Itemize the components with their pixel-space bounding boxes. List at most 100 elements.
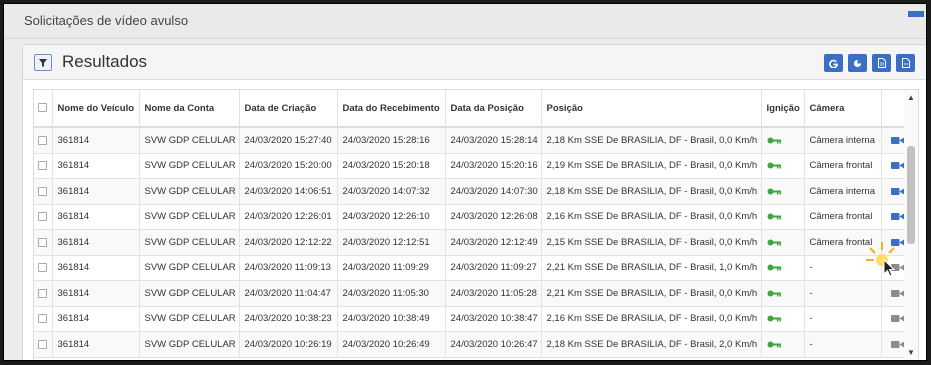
refresh-button[interactable]	[824, 54, 843, 72]
table-scrollbar[interactable]: ▲ ▼	[904, 89, 919, 360]
cell-created: 24/03/2020 10:26:19	[239, 331, 338, 358]
cell-position-date: 24/03/2020 15:28:14	[445, 127, 542, 154]
key-icon	[767, 137, 781, 144]
cell-position-date: 24/03/2020 12:26:08	[445, 204, 542, 230]
video-button[interactable]	[881, 178, 904, 205]
header-position-date[interactable]: Data da Posição	[445, 90, 542, 128]
table-row[interactable]: 361814 SVW GDP CELULAR 24/03/2020 12:26:01…	[34, 204, 904, 230]
cell-created: 24/03/2020 11:09:13	[239, 255, 338, 281]
cell-account: SVW GDP CELULAR	[139, 229, 240, 256]
cell-position-date: 24/03/2020 15:20:16	[445, 153, 542, 179]
cell-position: 2,16 Km SSE De BRASILIA, DF - Brasil, 0,…	[541, 204, 762, 230]
scroll-down-icon[interactable]: ▼	[907, 348, 915, 357]
cell-created: 24/03/2020 10:38:23	[239, 306, 338, 332]
chart-button[interactable]	[848, 54, 867, 72]
cell-camera: Câmera interna	[804, 127, 882, 154]
video-camera-icon	[891, 136, 904, 144]
cell-account: SVW GDP CELULAR	[139, 280, 240, 307]
cell-vehicle: 361814	[52, 280, 140, 307]
cell-camera: Câmera frontal	[804, 204, 882, 230]
help-badge[interactable]	[908, 11, 924, 17]
cell-vehicle: 361814	[52, 204, 140, 230]
row-checkbox[interactable]	[34, 306, 53, 332]
video-button[interactable]	[881, 331, 904, 358]
key-icon	[767, 213, 781, 220]
row-checkbox[interactable]	[34, 255, 53, 281]
select-all-checkbox[interactable]	[34, 90, 53, 128]
cell-position: 2,18 Km SSE De BRASILIA, DF - Brasil, 2,…	[541, 331, 762, 358]
cell-received: 24/03/2020 12:12:51	[337, 229, 446, 256]
cell-position: 2,21 Km SSE De BRASILIA, DF - Brasil, 1,…	[541, 255, 762, 281]
app-window: Solicitações de vídeo avulso Resultados	[3, 3, 927, 361]
scroll-thumb[interactable]	[907, 146, 915, 244]
header-received[interactable]: Data do Recebimento	[337, 90, 446, 128]
cell-ignition	[761, 127, 805, 154]
cell-vehicle: 361814	[52, 331, 140, 358]
table-row[interactable]: 361814 SVW GDP CELULAR 24/03/2020 10:38:23…	[34, 306, 904, 332]
export-button[interactable]	[872, 54, 891, 72]
video-button[interactable]	[881, 153, 904, 179]
row-checkbox[interactable]	[34, 229, 53, 256]
video-button[interactable]	[881, 306, 904, 332]
row-checkbox[interactable]	[34, 153, 53, 179]
table-row[interactable]: 361814 SVW GDP CELULAR 24/03/2020 15:27:40…	[34, 127, 904, 154]
table-row[interactable]: 361814 SVW GDP CELULAR 24/03/2020 14:06:51…	[34, 178, 904, 205]
cell-account: SVW GDP CELULAR	[139, 153, 240, 179]
row-checkbox[interactable]	[34, 331, 53, 358]
cell-created: 24/03/2020 14:06:51	[239, 178, 338, 205]
filter-toggle-button[interactable]	[34, 54, 52, 71]
row-checkbox[interactable]	[34, 127, 53, 154]
cell-position-date: 24/03/2020 11:05:28	[445, 280, 542, 307]
cell-received: 24/03/2020 15:28:16	[337, 127, 446, 154]
table-row[interactable]: 361814 SVW GDP CELULAR 24/03/2020 11:09:13…	[34, 255, 904, 281]
row-checkbox[interactable]	[34, 204, 53, 230]
row-checkbox[interactable]	[34, 280, 53, 307]
cell-account: SVW GDP CELULAR	[139, 306, 240, 332]
video-button[interactable]	[881, 280, 904, 307]
pie-chart-icon	[853, 59, 862, 67]
key-icon	[767, 188, 781, 195]
cell-received: 24/03/2020 10:26:49	[337, 331, 446, 358]
video-camera-icon	[891, 187, 904, 195]
cell-ignition	[761, 306, 805, 332]
table-row[interactable]: 361814 SVW GDP CELULAR 24/03/2020 12:12:22…	[34, 229, 904, 256]
g-letter-icon	[829, 59, 838, 68]
cell-vehicle: 361814	[52, 229, 140, 256]
cell-created: 24/03/2020 12:26:01	[239, 204, 338, 230]
pdf-button[interactable]	[896, 54, 915, 72]
header-camera[interactable]: Câmera	[804, 90, 882, 128]
file-icon	[901, 58, 910, 68]
cell-received: 24/03/2020 10:38:49	[337, 306, 446, 332]
table-body: 361814 SVW GDP CELULAR 24/03/2020 15:27:40…	[34, 127, 904, 358]
header-position[interactable]: Posição	[541, 90, 762, 128]
cell-position-date: 24/03/2020 10:38:47	[445, 306, 542, 332]
video-button[interactable]	[881, 127, 904, 154]
cell-vehicle: 361814	[52, 178, 140, 205]
video-camera-icon	[891, 213, 904, 221]
scroll-up-icon[interactable]: ▲	[907, 93, 915, 102]
cell-camera: Câmera interna	[804, 178, 882, 205]
table-row[interactable]: 361814 SVW GDP CELULAR 24/03/2020 15:20:00…	[34, 153, 904, 179]
table-row[interactable]: 361814 SVW GDP CELULAR 24/03/2020 11:04:47…	[34, 280, 904, 307]
header-vehicle[interactable]: Nome do Veículo	[52, 90, 140, 128]
cursor-highlight	[866, 242, 896, 277]
page-header: Solicitações de vídeo avulso	[4, 4, 926, 39]
filter-icon	[39, 58, 47, 67]
header-ignition[interactable]: Ignição	[761, 90, 805, 128]
key-icon	[767, 239, 781, 246]
cell-position: 2,18 Km SSE De BRASILIA, DF - Brasil, 0,…	[541, 127, 762, 154]
key-icon	[767, 290, 781, 297]
row-checkbox[interactable]	[34, 178, 53, 205]
page-title: Solicitações de vídeo avulso	[24, 13, 189, 28]
header-actions	[881, 90, 904, 128]
cell-received: 24/03/2020 14:07:32	[337, 178, 446, 205]
video-button[interactable]	[881, 204, 904, 230]
video-camera-icon	[891, 289, 904, 297]
header-account[interactable]: Nome da Conta	[139, 90, 240, 128]
results-table: Nome do Veículo Nome da Conta Data de Cr…	[34, 90, 904, 358]
cell-created: 24/03/2020 15:20:00	[239, 153, 338, 179]
header-created[interactable]: Data de Criação	[239, 90, 338, 128]
table-row[interactable]: 361814 SVW GDP CELULAR 24/03/2020 10:26:19…	[34, 331, 904, 358]
cell-position-date: 24/03/2020 14:07:30	[445, 178, 542, 205]
video-camera-icon	[891, 340, 904, 348]
